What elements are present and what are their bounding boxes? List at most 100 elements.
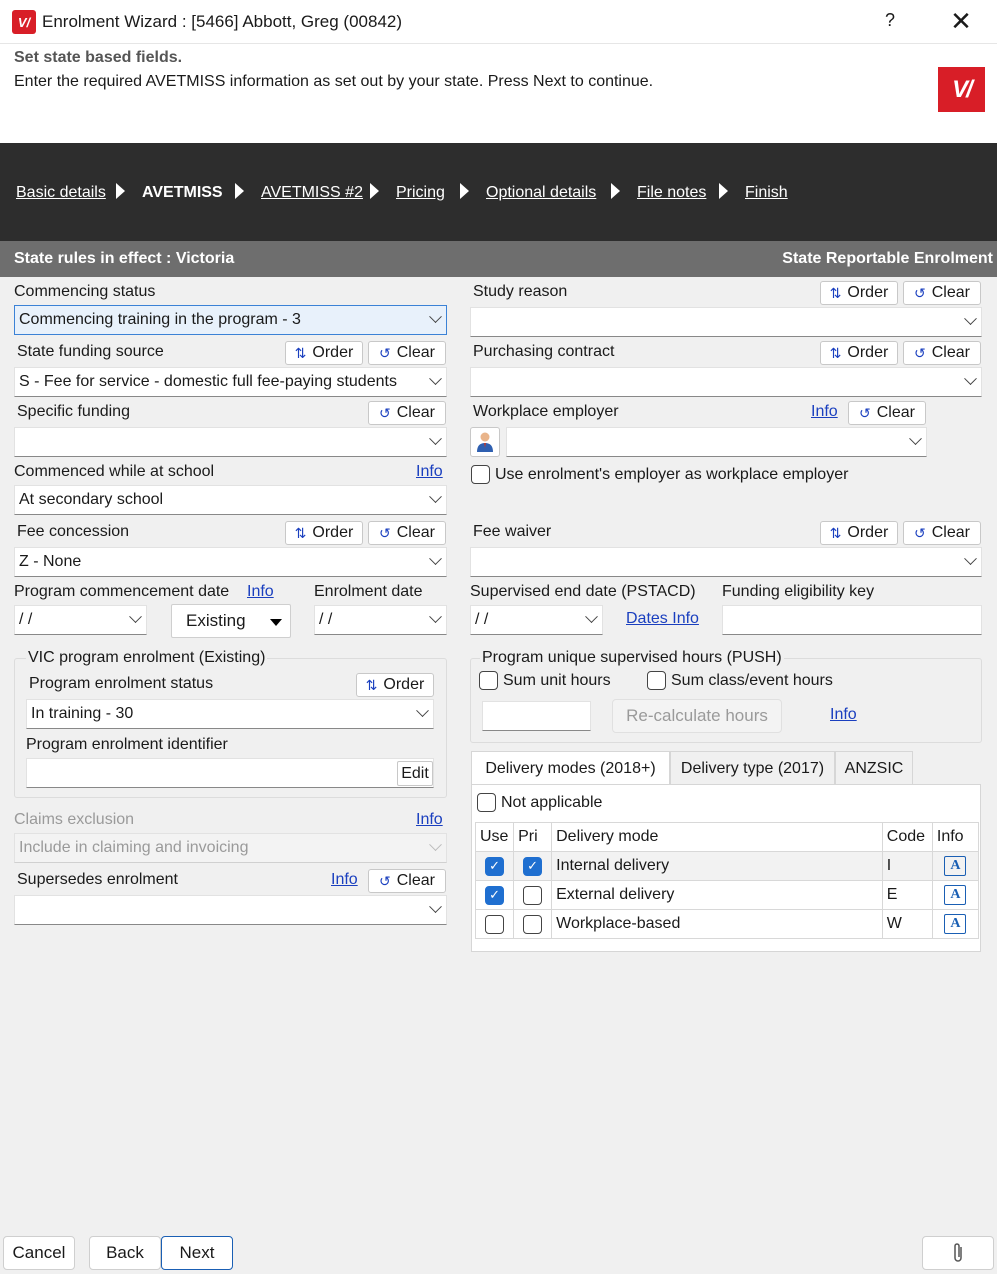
supervised-end-date-picker[interactable]: / / <box>470 605 603 635</box>
chevron-down-icon <box>429 432 442 446</box>
clear-label: Clear <box>396 344 435 361</box>
purchasing-contract-select[interactable] <box>470 367 982 397</box>
identifier-edit-button[interactable]: Edit <box>397 761 433 786</box>
enrolment-date-picker[interactable]: / / <box>314 605 447 635</box>
pri-checkbox[interactable] <box>523 914 543 934</box>
commenced-at-school-label: Commenced while at school <box>14 463 215 480</box>
commenced-at-school-info-link[interactable]: Info <box>416 463 443 481</box>
use-checkbox[interactable] <box>485 914 505 934</box>
step-arrow-icon <box>116 183 125 199</box>
not-applicable-checkbox[interactable] <box>477 793 496 812</box>
fee-concession-order-button[interactable]: ⇅ Order <box>285 521 363 545</box>
info-document-icon[interactable]: A <box>944 914 967 934</box>
commencing-status-select[interactable]: Commencing training in the program - 3 <box>14 305 447 335</box>
supersedes-info-link[interactable]: Info <box>331 871 358 889</box>
push-info-link[interactable]: Info <box>830 706 857 724</box>
fee-concession-value: Z - None <box>19 553 82 570</box>
fee-concession-select[interactable]: Z - None <box>14 547 447 577</box>
claims-exclusion-info-link[interactable]: Info <box>416 811 443 829</box>
step-pricing[interactable]: Pricing <box>396 184 445 202</box>
fee-concession-clear-button[interactable]: ↺ Clear <box>368 521 446 545</box>
state-funding-clear-button[interactable]: ↺ Clear <box>368 341 446 365</box>
fee-waiver-order-button[interactable]: ⇅ Order <box>820 521 898 545</box>
state-funding-source-label: State funding source <box>17 343 164 360</box>
step-finish[interactable]: Finish <box>745 184 788 202</box>
help-button[interactable]: ? <box>880 10 900 31</box>
step-file-notes[interactable]: File notes <box>637 184 706 202</box>
program-status-order-button[interactable]: ⇅ Order <box>356 673 434 697</box>
sum-class-hours-checkbox[interactable] <box>647 671 666 690</box>
step-arrow-icon <box>235 183 244 199</box>
chevron-down-icon <box>585 610 598 624</box>
step-basic-details[interactable]: Basic details <box>16 184 106 202</box>
chevron-down-icon <box>964 552 977 566</box>
supersedes-clear-button[interactable]: ↺ Clear <box>368 869 446 893</box>
col-header-pri: Pri <box>513 822 553 852</box>
program-enrolment-identifier-input[interactable] <box>26 758 434 788</box>
funding-eligibility-key-input[interactable] <box>722 605 982 635</box>
existing-dropdown-button[interactable]: Existing <box>171 604 291 638</box>
program-enrolment-status-label: Program enrolment status <box>29 675 214 692</box>
study-reason-order-button[interactable]: ⇅ Order <box>820 281 898 305</box>
table-row[interactable]: ✓ ✓ Internal delivery I A <box>474 851 980 881</box>
workplace-employer-info-link[interactable]: Info <box>811 403 838 421</box>
use-checkbox[interactable]: ✓ <box>485 885 505 905</box>
back-button[interactable]: Back <box>89 1236 161 1270</box>
info-document-icon[interactable]: A <box>944 856 967 876</box>
step-avetmiss-2[interactable]: AVETMISS #2 <box>261 184 363 202</box>
employer-lookup-button[interactable] <box>470 427 500 457</box>
step-avetmiss: AVETMISS <box>142 184 223 201</box>
order-label: Order <box>312 344 354 361</box>
dates-info-link[interactable]: Dates Info <box>626 610 699 628</box>
header-subtitle: Enter the required AVETMISS information … <box>14 73 654 90</box>
claims-exclusion-value: Include in claiming and invoicing <box>19 839 249 856</box>
close-button[interactable]: ✕ <box>946 6 976 36</box>
cancel-button[interactable]: Cancel <box>3 1236 75 1270</box>
step-optional-details[interactable]: Optional details <box>486 184 596 202</box>
program-enrolment-status-select[interactable]: In training - 30 <box>26 699 434 729</box>
sort-icon: ⇅ <box>829 284 842 301</box>
next-button[interactable]: Next <box>161 1236 233 1270</box>
attach-button[interactable] <box>922 1236 994 1270</box>
state-funding-source-select[interactable]: S - Fee for service - domestic full fee-… <box>14 367 447 397</box>
push-hours-input[interactable] <box>482 701 591 731</box>
col-header-delivery-mode: Delivery mode <box>551 822 883 852</box>
study-reason-clear-button[interactable]: ↺ Clear <box>903 281 981 305</box>
sort-icon: ⇅ <box>294 524 307 541</box>
pri-checkbox[interactable]: ✓ <box>523 856 543 876</box>
specific-funding-clear-button[interactable]: ↺ Clear <box>368 401 446 425</box>
enrolment-date-value: / / <box>319 611 333 628</box>
supersedes-enrolment-select[interactable] <box>14 895 447 925</box>
commenced-at-school-select[interactable]: At secondary school <box>14 485 447 515</box>
tab-anzsic[interactable]: ANZSIC <box>835 751 913 785</box>
delivery-mode-cell: External delivery <box>551 880 883 910</box>
table-row[interactable]: ✓ External delivery E A <box>474 880 980 910</box>
use-employer-checkbox[interactable] <box>471 465 490 484</box>
delivery-mode-cell: Workplace-based <box>551 909 883 939</box>
window-title: Enrolment Wizard : [5466] Abbott, Greg (… <box>42 12 403 31</box>
use-checkbox[interactable]: ✓ <box>485 856 505 876</box>
program-commencement-info-link[interactable]: Info <box>247 583 274 601</box>
purchasing-contract-clear-button[interactable]: ↺ Clear <box>903 341 981 365</box>
fee-waiver-select[interactable] <box>470 547 982 577</box>
pri-checkbox[interactable] <box>523 885 543 905</box>
state-funding-source-value: S - Fee for service - domestic full fee-… <box>19 373 397 390</box>
tab-delivery-modes[interactable]: Delivery modes (2018+) <box>471 751 670 785</box>
fee-waiver-clear-button[interactable]: ↺ Clear <box>903 521 981 545</box>
tab-delivery-modes-label: Delivery modes (2018+) <box>485 759 656 777</box>
claims-exclusion-select: Include in claiming and invoicing <box>14 833 447 863</box>
study-reason-select[interactable] <box>470 307 982 337</box>
workplace-employer-select[interactable] <box>506 427 927 457</box>
table-row[interactable]: Workplace-based W A <box>474 909 980 939</box>
sum-unit-hours-checkbox[interactable] <box>479 671 498 690</box>
purchasing-contract-order-button[interactable]: ⇅ Order <box>820 341 898 365</box>
state-reportable-label: State Reportable Enrolment <box>782 250 993 267</box>
step-arrow-icon <box>611 183 620 199</box>
clear-label: Clear <box>396 872 435 889</box>
tab-delivery-type[interactable]: Delivery type (2017) <box>670 751 835 785</box>
workplace-employer-clear-button[interactable]: ↺ Clear <box>848 401 926 425</box>
info-document-icon[interactable]: A <box>944 885 967 905</box>
program-commencement-date-picker[interactable]: / / <box>14 605 147 635</box>
specific-funding-select[interactable] <box>14 427 447 457</box>
state-funding-order-button[interactable]: ⇅ Order <box>285 341 363 365</box>
